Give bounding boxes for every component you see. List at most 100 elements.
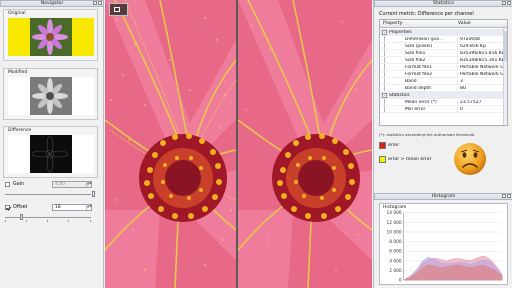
statistics-table[interactable]: Property Value - Properties Dimension (p… <box>379 19 508 126</box>
column-header-property[interactable]: Property <box>383 21 402 26</box>
offset-spinbox[interactable]: 18 ▲▼ <box>52 204 92 211</box>
row-value: 8U <box>457 86 507 91</box>
gain-row: Gain 4,00 ▲▼ <box>4 181 100 190</box>
gain-spin-arrows-icon[interactable]: ▲▼ <box>86 182 92 187</box>
table-row[interactable]: Dimension (pix... 972x648 <box>380 36 507 43</box>
statistics-title: Statistics <box>433 1 454 6</box>
navigator-title: Navigator <box>40 1 64 6</box>
row-value: 972x648 <box>457 37 507 42</box>
gain-slider-handle[interactable] <box>92 191 95 197</box>
mini-navigator-viewport[interactable] <box>114 7 120 12</box>
histogram-chart[interactable]: Histogram 14 000 12 000 10 000 8 000 6 000 4 … <box>379 203 508 285</box>
statistics-window-buttons <box>502 1 511 5</box>
float-button[interactable] <box>502 1 506 5</box>
table-row[interactable]: Format file2 Portable Network Gra... <box>380 71 507 78</box>
gain-slider-track[interactable] <box>5 194 91 195</box>
offset-slider-tick <box>90 220 91 222</box>
row-value: 629.856 Kp <box>457 44 507 49</box>
table-row[interactable]: Size (pixels) 629.856 Kp <box>380 43 507 50</box>
histogram-y-tick-label: 2 000 <box>389 268 402 274</box>
collapse-icon[interactable]: - <box>382 30 387 35</box>
row-key: Band depth <box>405 86 432 91</box>
flower-image-modified <box>238 0 372 288</box>
offset-checkbox[interactable] <box>5 205 10 210</box>
error-color-swatch[interactable] <box>379 142 386 149</box>
difference-thumbnail[interactable] <box>8 135 94 173</box>
close-button[interactable] <box>507 194 511 198</box>
histogram-label: Histogram <box>383 205 407 210</box>
table-row[interactable]: Size file2 835348/815.301 KB <box>380 57 507 64</box>
row-key: Format file1 <box>405 65 433 70</box>
mean-error-legend-label: error > mean error <box>388 157 432 162</box>
difference-label: Difference <box>8 128 32 133</box>
section-row-properties[interactable]: - Properties <box>380 29 507 36</box>
table-row[interactable]: Band 3 <box>380 78 507 85</box>
modified-thumbnail-image <box>8 77 94 115</box>
gain-value: 4,00 <box>55 182 66 187</box>
offset-slider-track[interactable] <box>5 217 91 218</box>
offset-slider-tick <box>5 220 6 222</box>
histogram-y-tick-label: 10 000 <box>387 229 402 235</box>
histogram-title: Histogram <box>431 194 456 199</box>
row-key: Format file2 <box>405 72 433 77</box>
row-key: Size file2 <box>405 58 426 63</box>
close-button[interactable] <box>98 1 102 5</box>
table-header: Property Value <box>380 20 507 28</box>
table-row[interactable]: Size file1 835396/815.816 KB <box>380 50 507 57</box>
modified-thumbnail[interactable] <box>8 77 94 115</box>
original-thumbnail-image <box>8 18 94 56</box>
section-label: Properties <box>389 30 412 35</box>
row-value: 835348/815.301 KB <box>457 58 507 63</box>
histogram-plot: 14 000 12 000 10 000 8 000 6 000 4 000 2 000 0 <box>387 210 503 284</box>
sad-face-icon <box>454 143 486 175</box>
table-row[interactable]: Mean error (*) 23.57527 <box>380 99 507 106</box>
difference-thumbnail-image <box>8 135 94 173</box>
offset-slider-tick <box>68 220 69 222</box>
gain-checkbox[interactable] <box>5 182 10 187</box>
table-scrollbar-thumb[interactable] <box>504 31 507 61</box>
histogram-window-buttons <box>502 194 511 198</box>
section-row-statistics[interactable]: - Statistics <box>380 92 507 99</box>
original-group: Original <box>3 9 98 61</box>
navigator-panel: Navigator Original Modified Difference G… <box>0 0 104 288</box>
offset-slider-tick <box>26 220 27 222</box>
modified-label: Modified <box>8 70 28 75</box>
navigator-window-buttons <box>93 1 102 5</box>
original-image-view[interactable] <box>105 0 236 288</box>
image-mini-navigator[interactable] <box>109 3 128 16</box>
collapse-icon[interactable]: - <box>382 93 387 98</box>
error-legend-label: error <box>388 143 400 148</box>
column-header-value[interactable]: Value <box>458 21 471 26</box>
row-value: 3 <box>457 79 507 84</box>
original-label: Original <box>8 11 26 16</box>
flower-image-with-error-overlay <box>105 0 236 288</box>
close-button[interactable] <box>507 1 511 5</box>
row-key: Dimension (pix... <box>405 37 444 42</box>
offset-row: Offset 18 ▲▼ <box>4 204 100 213</box>
row-value: Portable Network Gra... <box>457 72 507 77</box>
mean-error-color-swatch[interactable] <box>379 156 386 163</box>
threshold-note: (*): statistics exceeding the authorized… <box>379 132 475 137</box>
table-row[interactable]: Min error 0 <box>380 106 507 113</box>
row-key: Size file1 <box>405 51 426 56</box>
row-key: Mean error (*) <box>405 100 437 105</box>
row-key: Size (pixels) <box>405 44 433 49</box>
offset-slider-handle[interactable] <box>20 214 23 220</box>
original-thumbnail[interactable] <box>8 18 94 56</box>
histogram-y-tick-label: 8 000 <box>389 239 402 245</box>
section-label: Statistics <box>389 93 410 98</box>
offset-slider-tick <box>47 220 48 222</box>
row-value: Portable Network Gra... <box>457 65 507 70</box>
statistics-panel: Statistics Current metric: Difference pe… <box>373 0 512 288</box>
float-button[interactable] <box>93 1 97 5</box>
table-row[interactable]: Format file1 Portable Network Gra... <box>380 64 507 71</box>
modified-image-view[interactable] <box>238 0 372 288</box>
histogram-y-tick-label: 14 000 <box>387 210 402 216</box>
float-button[interactable] <box>502 194 506 198</box>
histogram-y-tick-label: 4 000 <box>389 258 402 264</box>
table-row[interactable]: Band depth 8U <box>380 85 507 92</box>
offset-spin-arrows-icon[interactable]: ▲▼ <box>86 205 92 210</box>
gain-spinbox[interactable]: 4,00 ▲▼ <box>52 181 92 188</box>
offset-value: 18 <box>55 205 61 210</box>
table-scrollbar[interactable] <box>503 28 507 125</box>
